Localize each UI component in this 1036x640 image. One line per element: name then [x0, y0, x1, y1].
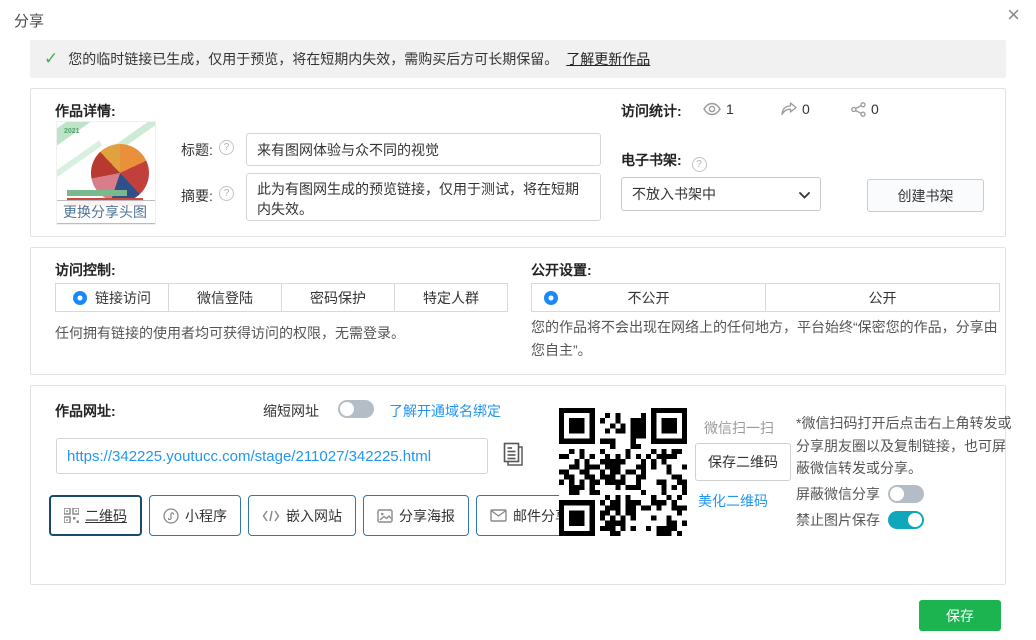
title-label: 标题: — [181, 140, 213, 160]
share-nodes-icon — [851, 102, 866, 117]
radio-selected-icon — [544, 291, 558, 305]
thumb-text-bar — [67, 190, 127, 196]
title-input[interactable] — [246, 133, 601, 166]
thumb-year-text: 2021 — [64, 128, 80, 135]
access-option-link[interactable]: 链接访问 — [56, 284, 169, 311]
qr-code-image — [559, 408, 687, 536]
tab-label: 二维码 — [85, 506, 127, 526]
access-option-wechat[interactable]: 微信登陆 — [169, 284, 282, 311]
block-wechat-share-label: 屏蔽微信分享 — [796, 484, 880, 504]
code-icon — [262, 509, 280, 523]
miniprogram-icon — [163, 508, 179, 524]
share-method-tabs: 二维码 小程序 嵌入网站 分享海报 邮件分享 — [49, 495, 583, 536]
shorten-url-label: 缩短网址 — [263, 401, 319, 421]
wechat-note-text: *微信扫码打开后点击右上角转发或分享朋友圈以及复制链接，也可屏蔽微信转发或分享。 — [796, 412, 1018, 480]
work-thumbnail: 2021 更换分享头图 — [56, 121, 156, 225]
forwards-count: 0 — [802, 101, 810, 117]
visibility-option-label: 公开 — [869, 288, 897, 308]
domain-binding-link[interactable]: 了解开通域名绑定 — [389, 401, 501, 421]
eye-icon — [703, 102, 721, 116]
access-caption: 任何拥有链接的使用者均可获得访问的权限，无需登录。 — [55, 322, 405, 345]
access-option-label: 特定人群 — [423, 288, 479, 308]
chevron-down-icon — [799, 186, 810, 202]
bookshelf-select[interactable]: 不放入书架中 — [621, 177, 821, 211]
block-wechat-share-row: 屏蔽微信分享 — [796, 484, 924, 504]
bookshelf-selected-value: 不放入书架中 — [632, 184, 716, 204]
views-count: 1 — [726, 101, 734, 117]
access-control-segmented: 链接访问 微信登陆 密码保护 特定人群 — [55, 283, 508, 312]
work-details-label: 作品详情: — [55, 101, 116, 121]
access-option-label: 微信登陆 — [197, 288, 253, 308]
summary-help-icon[interactable]: ? — [219, 186, 234, 201]
close-icon[interactable]: × — [1007, 4, 1020, 26]
visibility-caption: 您的作品将不会出现在网络上的任何地方，平台始终“保密您的作品，分享由您自主”。 — [531, 316, 1007, 362]
bookshelf-label: 电子书架: — [621, 152, 682, 168]
access-control-label: 访问控制: — [55, 260, 116, 280]
bookshelf-help-icon[interactable]: ? — [692, 157, 707, 172]
summary-textarea[interactable]: 此为有图网生成的预览链接，仅用于测试，将在短期内失效。 — [246, 173, 601, 221]
block-image-save-row: 禁止图片保存 — [796, 510, 924, 530]
work-details-card: 作品详情: 2021 更换分享头图 标题: ? 摘要: ? 此为有图网生成的预览… — [30, 88, 1006, 237]
access-settings-card: 访问控制: 链接访问 微信登陆 密码保护 特定人群 任何拥有链接的使用者均可获得… — [30, 247, 1006, 375]
block-image-save-label: 禁止图片保存 — [796, 510, 880, 530]
visibility-option-private[interactable]: 不公开 — [532, 284, 766, 311]
access-option-password[interactable]: 密码保护 — [282, 284, 395, 311]
temp-link-alert: ✓ 您的临时链接已生成，仅用于预览，将在短期内失效，需购买后方可长期保留。 了解… — [30, 40, 1006, 78]
alert-text: 您的临时链接已生成，仅用于预览，将在短期内失效，需购买后方可长期保留。 — [68, 49, 558, 69]
wechat-scan-hint: 微信扫一扫 — [704, 418, 774, 438]
tab-miniprogram[interactable]: 小程序 — [149, 495, 241, 536]
views-stat: 1 — [703, 101, 734, 117]
forward-arrow-icon — [781, 102, 797, 116]
radio-selected-icon — [73, 291, 87, 305]
beautify-qrcode-link[interactable]: 美化二维码 — [698, 491, 768, 511]
work-url-input[interactable] — [56, 438, 488, 474]
tab-qrcode[interactable]: 二维码 — [49, 495, 142, 536]
save-qrcode-button[interactable]: 保存二维码 — [695, 443, 791, 481]
visibility-segmented: 不公开 公开 — [531, 283, 1000, 312]
envelope-icon — [490, 509, 507, 522]
tab-label: 嵌入网站 — [286, 506, 342, 526]
copy-icon[interactable] — [501, 442, 525, 471]
summary-label: 摘要: — [181, 186, 213, 206]
image-icon — [377, 509, 393, 523]
visibility-option-label: 不公开 — [628, 288, 670, 308]
block-image-save-toggle[interactable] — [888, 511, 924, 529]
visibility-option-public[interactable]: 公开 — [766, 284, 999, 311]
share-url-card: 作品网址: 缩短网址 了解开通域名绑定 二维码 小程序 嵌入网站 分享海报 邮件… — [30, 385, 1006, 585]
tab-poster[interactable]: 分享海报 — [363, 495, 469, 536]
save-button[interactable]: 保存 — [919, 600, 1001, 631]
work-url-label: 作品网址: — [55, 401, 116, 421]
visit-stats-label: 访问统计: — [621, 101, 682, 121]
dialog-title: 分享 — [14, 10, 44, 31]
qrcode-icon — [64, 508, 79, 523]
tab-label: 小程序 — [185, 506, 227, 526]
shorten-url-toggle[interactable] — [338, 400, 374, 418]
create-bookshelf-button[interactable]: 创建书架 — [867, 179, 984, 212]
title-help-icon[interactable]: ? — [219, 140, 234, 155]
block-wechat-share-toggle[interactable] — [888, 485, 924, 503]
check-icon: ✓ — [44, 49, 58, 69]
learn-update-link[interactable]: 了解更新作品 — [566, 49, 650, 69]
public-settings-label: 公开设置: — [531, 260, 592, 280]
tab-label: 分享海报 — [399, 506, 455, 526]
tab-embed[interactable]: 嵌入网站 — [248, 495, 356, 536]
forwards-stat: 0 — [781, 101, 810, 117]
access-option-label: 密码保护 — [310, 288, 366, 308]
shares-stat: 0 — [851, 101, 879, 117]
access-option-label: 链接访问 — [95, 288, 151, 308]
access-option-specific[interactable]: 特定人群 — [395, 284, 507, 311]
shares-count: 0 — [871, 101, 879, 117]
change-cover-button[interactable]: 更换分享头图 — [56, 200, 156, 224]
